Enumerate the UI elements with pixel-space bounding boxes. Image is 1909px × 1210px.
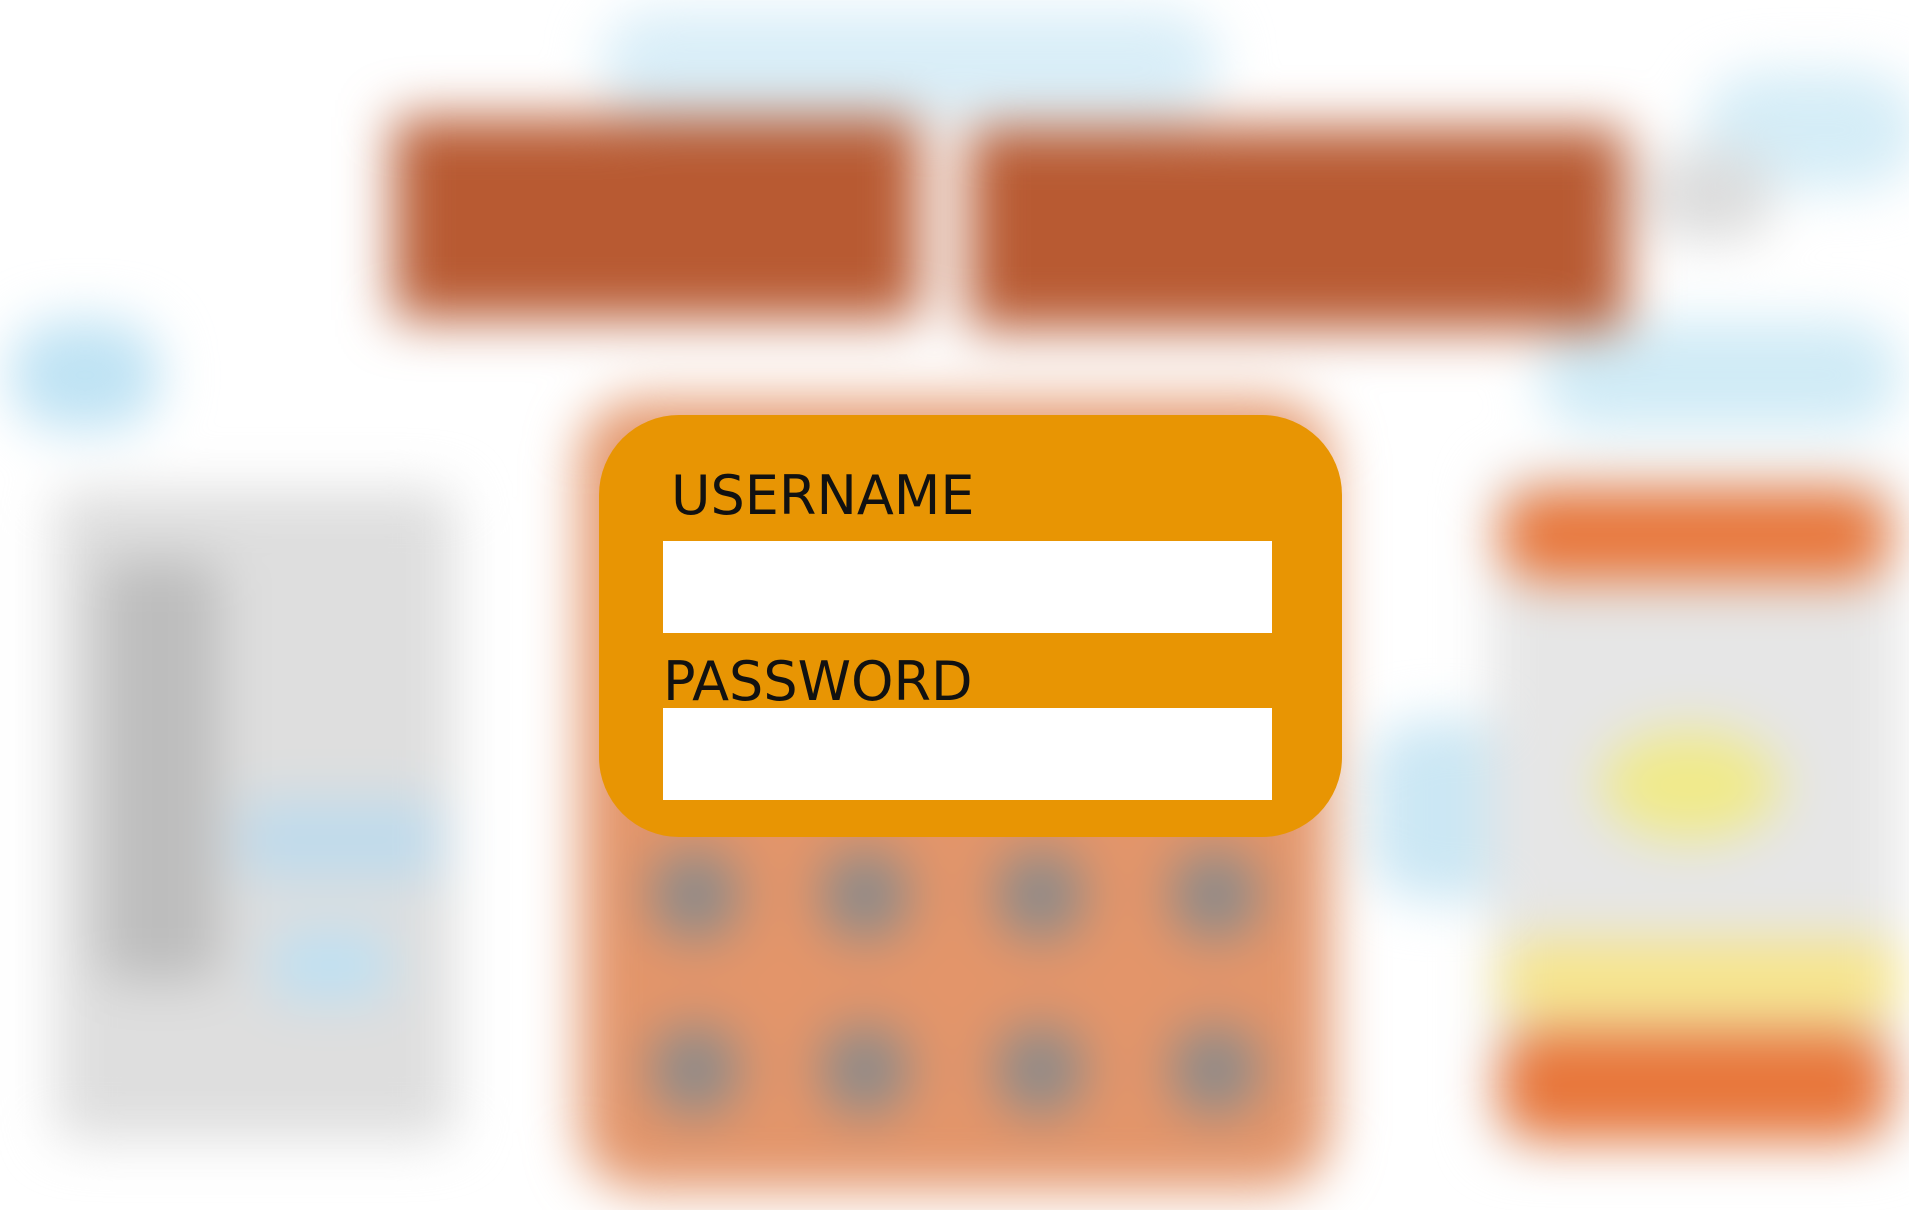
login-card: USERNAME PASSWORD: [599, 415, 1342, 837]
blurred-right-panel-glow: [1600, 730, 1780, 840]
blurred-keypad-dot: [820, 1025, 910, 1115]
blurred-keypad-dot: [995, 850, 1085, 940]
sky-cloud: [600, 10, 1220, 120]
blurred-keypad-dot: [650, 1025, 740, 1115]
blurred-title-text: █████: [970, 130, 1624, 328]
blurred-left-panel-block: [270, 930, 390, 1000]
blurred-keypad-dot: [1170, 850, 1260, 940]
blurred-keypad-dot: [820, 850, 910, 940]
sky-cloud: [10, 320, 160, 430]
blurred-logo: [1650, 150, 1770, 240]
blurred-left-panel-figure: [100, 560, 220, 980]
blurred-keypad-dot: [1170, 1025, 1260, 1115]
sky-cloud: [1540, 320, 1900, 430]
login-screen: ████ █████ USERNAME PASSWORD: [0, 0, 1909, 1210]
username-input[interactable]: [663, 541, 1272, 633]
blurred-right-panel-header: [1500, 490, 1890, 580]
blurred-title-text: ████: [395, 120, 918, 318]
blurred-keypad-dot: [995, 1025, 1085, 1115]
blurred-right-panel-stripe: [1500, 940, 1900, 1020]
blurred-keypad-dot: [650, 850, 740, 940]
username-label: USERNAME: [671, 464, 975, 527]
password-label: PASSWORD: [663, 650, 973, 713]
blurred-right-panel-footer: [1500, 1030, 1890, 1140]
password-input[interactable]: [663, 708, 1272, 800]
blurred-left-panel-block: [240, 800, 440, 880]
